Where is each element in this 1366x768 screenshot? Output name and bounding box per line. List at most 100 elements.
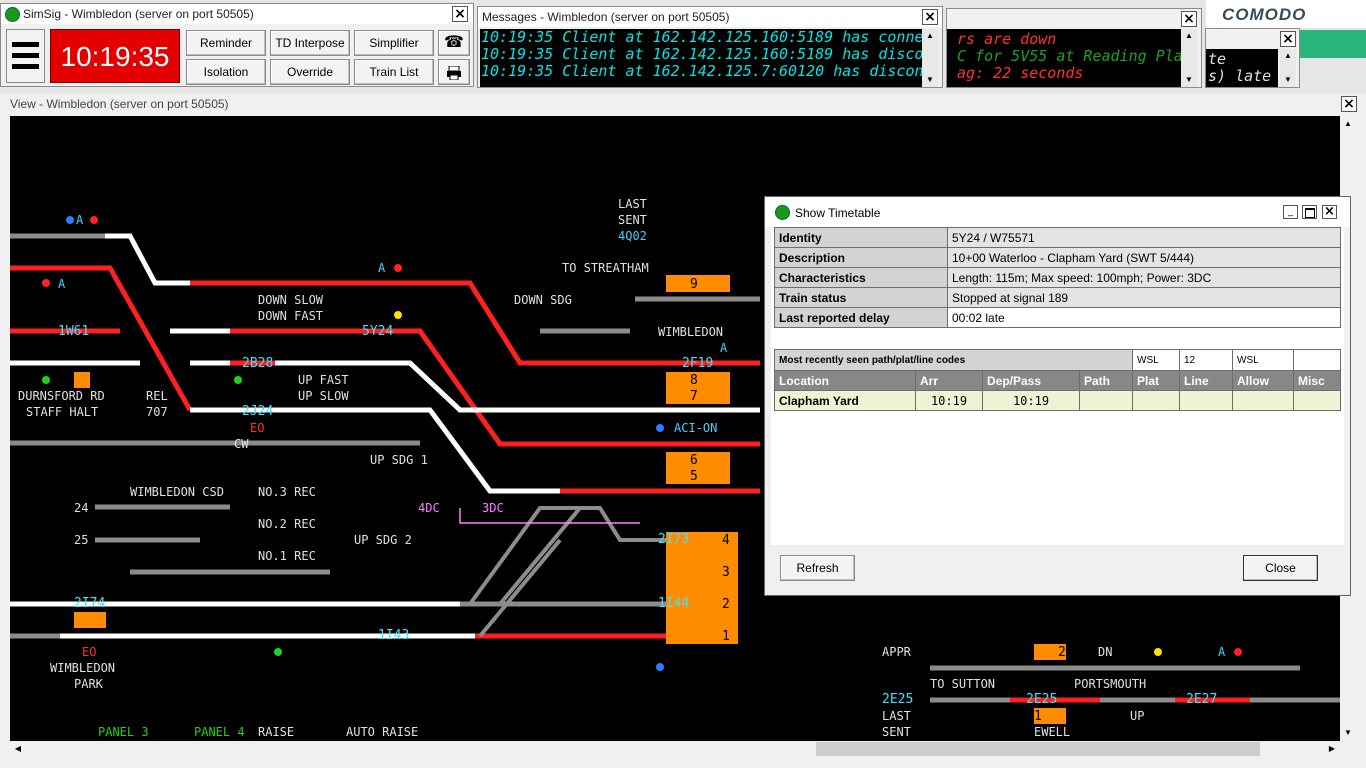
detail-row: Characteristics Length: 115m; Max speed: … bbox=[774, 267, 1341, 288]
scroll-up-arrow[interactable]: ▲ bbox=[922, 29, 938, 43]
refresh-button[interactable]: Refresh bbox=[780, 555, 855, 581]
messages-pane: 10:19:35 Client at 162.142.125.160:5189 … bbox=[480, 29, 922, 87]
platform-number: 2 bbox=[1058, 645, 1066, 660]
message-line: 10:19:35 Client at 162.142.125.160:5189 … bbox=[481, 45, 922, 63]
eo-marker: EO bbox=[82, 645, 97, 659]
column-header[interactable]: Allow bbox=[1232, 370, 1294, 391]
control-window-titlebar[interactable]: SimSig - Wimbledon (server on port 50505… bbox=[1, 4, 473, 24]
timetable-close-x-button[interactable]: × bbox=[1322, 205, 1337, 219]
messages-window-titlebar[interactable]: Messages - Wimbledon (server on port 505… bbox=[478, 7, 942, 27]
message-line: 10:19:35 Client at 162.142.125.7:60120 h… bbox=[481, 62, 922, 80]
map-label: UP SLOW bbox=[298, 389, 349, 403]
scroll-left-arrow[interactable]: ◀ bbox=[10, 741, 26, 757]
train-list-button[interactable]: Train List bbox=[354, 59, 434, 85]
map-label: APPR bbox=[882, 645, 911, 659]
auto-raise-toggle[interactable]: AUTO RAISE bbox=[346, 725, 418, 739]
train-berth[interactable]: 2E25 bbox=[882, 692, 913, 707]
simsig-app-icon bbox=[775, 205, 790, 220]
platform-durnsford bbox=[74, 372, 90, 388]
timetable-body: Identity 5Y24 / W75571 Description 10+00 W… bbox=[771, 227, 1344, 545]
column-header[interactable]: Plat bbox=[1132, 370, 1180, 391]
view-window-close-button[interactable]: × bbox=[1341, 96, 1357, 112]
third-window-close-button[interactable]: × bbox=[1280, 31, 1296, 47]
map-label: LAST bbox=[882, 709, 911, 723]
close-button[interactable]: Close bbox=[1243, 555, 1318, 581]
messages-window-close-button[interactable]: × bbox=[922, 9, 938, 25]
minimize-button[interactable]: _ bbox=[1283, 205, 1298, 219]
column-header[interactable]: Misc bbox=[1293, 370, 1341, 391]
platform-number: 2 bbox=[722, 597, 730, 612]
reminder-button[interactable]: Reminder bbox=[186, 30, 266, 56]
column-header[interactable]: Path bbox=[1079, 370, 1133, 391]
view-window-titlebar[interactable]: View - Wimbledon (server on port 50505) bbox=[0, 94, 1366, 114]
map-label: PARK bbox=[74, 677, 103, 691]
scroll-up-arrow[interactable]: ▲ bbox=[1181, 29, 1197, 43]
message-line: C for 5V55 at Reading Plat bbox=[957, 47, 1181, 65]
plat-cell bbox=[1132, 390, 1180, 411]
column-header[interactable]: Line bbox=[1179, 370, 1233, 391]
scroll-up-arrow[interactable]: ▲ bbox=[1280, 49, 1296, 63]
maximize-button[interactable] bbox=[1302, 205, 1317, 219]
panel-4-link[interactable]: PANEL 4 bbox=[194, 725, 245, 739]
detail-row: Train status Stopped at signal 189 bbox=[774, 287, 1341, 308]
messages-scrollbar[interactable]: ▲ ▼ bbox=[922, 29, 938, 87]
platform-8-7 bbox=[666, 372, 730, 404]
detail-label: Characteristics bbox=[774, 267, 948, 288]
map-label: REL bbox=[146, 389, 168, 403]
menu-button[interactable] bbox=[6, 29, 45, 83]
map-label: 25 bbox=[74, 533, 89, 547]
third-window-scrollbar[interactable]: ▲ ▼ bbox=[1280, 49, 1296, 87]
control-window-close-button[interactable]: × bbox=[452, 6, 468, 22]
train-berth[interactable]: 2I73 bbox=[658, 532, 689, 547]
isolation-button[interactable]: Isolation bbox=[186, 59, 266, 85]
horizontal-scrollbar[interactable]: ◀ ▶ bbox=[10, 741, 1340, 757]
train-berth[interactable]: 5Y24 bbox=[362, 324, 393, 339]
map-label: 4DC bbox=[418, 501, 440, 515]
path-cell bbox=[1079, 390, 1133, 411]
simplifier-button[interactable]: Simplifier bbox=[354, 30, 434, 56]
train-berth[interactable]: 2E25 bbox=[1026, 692, 1057, 707]
signal-light bbox=[656, 663, 664, 671]
map-label: 24 bbox=[74, 501, 89, 515]
second-messages-scrollbar[interactable]: ▲ ▼ bbox=[1181, 29, 1197, 87]
misc-cell bbox=[1293, 390, 1341, 411]
train-berth[interactable]: 1I43 bbox=[378, 628, 409, 643]
platform-number: 8 bbox=[690, 373, 698, 388]
platform-6-5 bbox=[666, 452, 730, 484]
scroll-thumb[interactable] bbox=[816, 742, 1260, 756]
train-berth[interactable]: 1W61 bbox=[58, 324, 89, 339]
scroll-down-arrow[interactable]: ▼ bbox=[1181, 73, 1197, 87]
recent-line-code: WSL bbox=[1232, 349, 1294, 371]
override-button[interactable]: Override bbox=[270, 59, 350, 85]
scroll-down-arrow[interactable]: ▼ bbox=[922, 73, 938, 87]
train-berth[interactable]: 2I74 bbox=[74, 596, 105, 611]
printer-button[interactable] bbox=[438, 59, 470, 85]
timetable-titlebar[interactable]: Show Timetable _ × bbox=[765, 197, 1350, 227]
allow-cell bbox=[1232, 390, 1294, 411]
scroll-up-arrow[interactable]: ▲ bbox=[1340, 116, 1356, 132]
column-header[interactable]: Dep/Pass bbox=[982, 370, 1080, 391]
column-header[interactable]: Arr bbox=[915, 370, 983, 391]
table-row[interactable]: Clapham Yard 10:19 10:19 bbox=[774, 390, 1341, 411]
scroll-right-arrow[interactable]: ▶ bbox=[1324, 741, 1340, 757]
td-interpose-button[interactable]: TD Interpose bbox=[270, 30, 350, 56]
platform-number: 3 bbox=[722, 565, 730, 580]
train-berth[interactable]: 2E27 bbox=[1186, 692, 1217, 707]
raise-toggle[interactable]: RAISE bbox=[258, 725, 294, 739]
column-header[interactable]: Location bbox=[774, 370, 916, 391]
train-berth[interactable]: 1I44 bbox=[658, 596, 689, 611]
train-berth[interactable]: 2J24 bbox=[242, 404, 273, 419]
second-messages-close-button[interactable]: × bbox=[1181, 11, 1197, 27]
map-label: UP SDG 1 bbox=[370, 453, 428, 467]
telephone-button[interactable]: ☎ bbox=[438, 30, 470, 56]
map-label: CW bbox=[234, 437, 249, 451]
recent-codes-label: Most recently seen path/plat/line codes bbox=[774, 349, 1133, 371]
panel-3-link[interactable]: PANEL 3 bbox=[98, 725, 149, 739]
simsig-app-icon bbox=[5, 7, 20, 22]
train-berth[interactable]: 2B28 bbox=[242, 356, 273, 371]
detail-label: Train status bbox=[774, 287, 948, 308]
scroll-down-arrow[interactable]: ▼ bbox=[1280, 73, 1296, 87]
scroll-down-arrow[interactable]: ▼ bbox=[1340, 725, 1356, 741]
map-label: 3DC bbox=[482, 501, 504, 515]
train-berth[interactable]: 2F19 bbox=[682, 356, 713, 371]
